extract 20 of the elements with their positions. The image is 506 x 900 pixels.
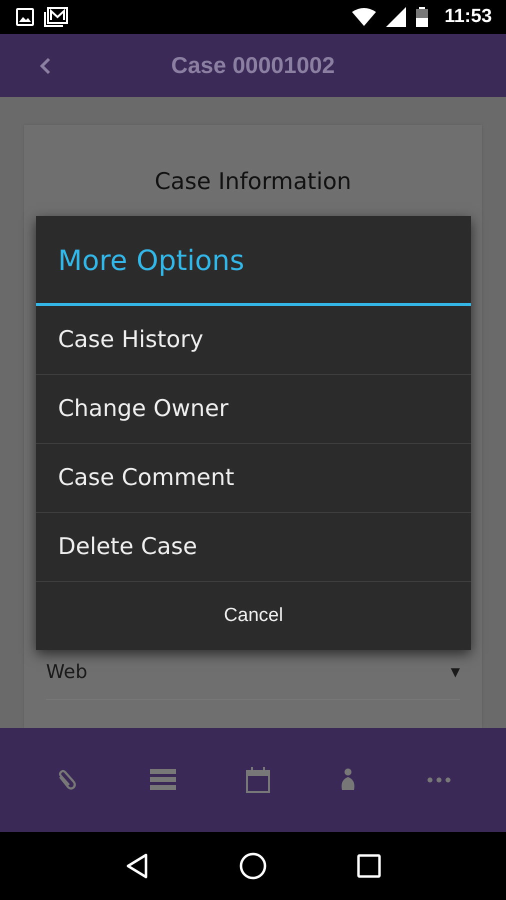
signal-icon xyxy=(386,7,406,27)
more-icon[interactable] xyxy=(426,777,451,783)
battery-icon xyxy=(416,7,428,27)
dialog-title: More Options xyxy=(36,216,471,306)
menu-option[interactable]: Case Comment xyxy=(36,444,471,513)
menu-option[interactable]: Case History xyxy=(36,306,471,375)
calendar-icon[interactable] xyxy=(246,767,270,793)
wifi-icon xyxy=(352,8,376,26)
person-icon[interactable] xyxy=(340,768,356,792)
home-icon[interactable] xyxy=(239,852,267,880)
page-title: Case 00001002 xyxy=(171,52,335,79)
image-icon xyxy=(16,8,34,26)
recents-icon[interactable] xyxy=(357,854,381,878)
mail-icon xyxy=(44,7,68,27)
section-title: Case Information xyxy=(154,169,352,195)
menu-option[interactable]: Delete Case xyxy=(36,513,471,582)
menu-option[interactable]: Change Owner xyxy=(36,375,471,444)
clock-time: 11:53 xyxy=(444,6,492,28)
list-icon[interactable] xyxy=(150,769,176,791)
cancel-button[interactable]: Cancel xyxy=(36,582,471,650)
